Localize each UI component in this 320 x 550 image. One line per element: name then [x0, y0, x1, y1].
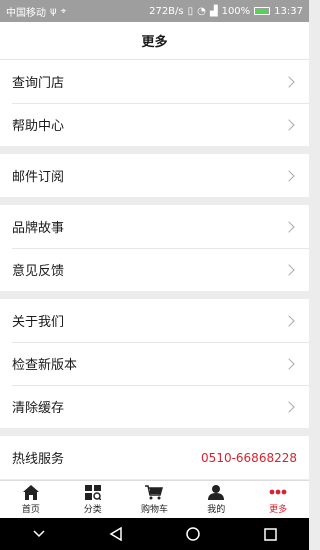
cart-icon	[145, 484, 164, 500]
user-icon	[207, 484, 225, 500]
home-circle-icon	[186, 527, 200, 541]
chevron-right-icon	[283, 263, 295, 276]
chevron-right-icon	[283, 220, 295, 233]
tab-cart-label: 购物车	[140, 505, 168, 515]
about-us-item[interactable]: 关于我们	[0, 299, 309, 342]
more-dots-icon	[269, 484, 287, 500]
system-nav-bar	[0, 518, 309, 550]
chevron-right-icon	[283, 75, 295, 88]
nav-back-button[interactable]	[96, 518, 136, 550]
tab-more[interactable]: 更多	[247, 481, 309, 518]
carrier-text: 中国移动	[6, 7, 46, 19]
tab-more-label: 更多	[269, 505, 288, 515]
tab-category-label: 分类	[83, 505, 102, 515]
group-subscribe: 邮件订阅	[0, 154, 309, 197]
battery-icon	[254, 7, 271, 15]
tab-category[interactable]: 分类	[62, 481, 124, 518]
feedback-label: 意见反馈	[12, 264, 65, 279]
help-center-item[interactable]: 帮助中心	[0, 103, 309, 146]
chevron-right-icon	[283, 357, 295, 370]
page-header: 更多	[0, 22, 309, 60]
group-hotline: 热线服务 0510-66868228	[0, 436, 309, 479]
mail-subscribe-item[interactable]: 邮件订阅	[0, 154, 309, 197]
chevron-right-icon	[283, 169, 295, 182]
feedback-item[interactable]: 意见反馈	[0, 248, 309, 291]
bottom-tab-bar: 首页 分类 购物车 我的 更多	[0, 480, 309, 518]
page-title: 更多	[141, 35, 168, 50]
signal-icon: ▟	[209, 5, 218, 17]
store-query-label: 查询门店	[12, 76, 65, 91]
wifi-icon: ◔	[197, 5, 206, 17]
tab-home-label: 首页	[21, 505, 40, 515]
group-store-help: 查询门店 帮助中心	[0, 60, 309, 146]
hotline-number[interactable]: 0510-66868228	[201, 451, 297, 465]
vibrate-icon: ▯	[187, 5, 194, 17]
group-brand-feedback: 品牌故事 意见反馈	[0, 205, 309, 291]
check-version-label: 检查新版本	[12, 358, 78, 373]
chevron-right-icon	[283, 400, 295, 413]
clock: 13:37	[274, 5, 303, 17]
about-us-label: 关于我们	[12, 315, 65, 330]
chevron-right-icon	[283, 314, 295, 327]
nav-recents-button[interactable]	[250, 518, 290, 550]
recents-square-icon	[264, 527, 277, 541]
brand-story-item[interactable]: 品牌故事	[0, 205, 309, 248]
store-query-item[interactable]: 查询门店	[0, 60, 309, 103]
tab-cart[interactable]: 购物车	[124, 481, 186, 518]
status-bar: 中国移动 ψ ⌖ 272B/s ▯ ◔ ▟ 100% 13:37	[0, 0, 309, 22]
nav-hide-button[interactable]	[19, 518, 59, 550]
usb-icon: ψ	[50, 5, 57, 17]
tab-mine-label: 我的	[207, 505, 226, 515]
category-icon	[84, 484, 102, 500]
chevron-down-icon	[33, 530, 45, 538]
tab-mine[interactable]: 我的	[185, 481, 247, 518]
check-version-item[interactable]: 检查新版本	[0, 342, 309, 385]
location-icon: ⌖	[60, 5, 67, 17]
back-triangle-icon	[109, 527, 122, 541]
tab-home[interactable]: 首页	[0, 481, 62, 518]
nav-home-button[interactable]	[173, 518, 213, 550]
chevron-right-icon	[283, 118, 295, 131]
network-speed: 272B/s	[149, 5, 184, 17]
clear-cache-item[interactable]: 清除缓存	[0, 385, 309, 428]
home-icon	[22, 484, 40, 500]
settings-list: 查询门店 帮助中心 邮件订阅 品牌故事 意见反馈 关于我们 检查新版本 清除缓存…	[0, 60, 309, 479]
group-app: 关于我们 检查新版本 清除缓存	[0, 299, 309, 428]
clear-cache-label: 清除缓存	[12, 401, 65, 416]
hotline-label: 热线服务	[12, 452, 65, 467]
help-center-label: 帮助中心	[12, 119, 65, 134]
brand-story-label: 品牌故事	[12, 221, 65, 236]
battery-percent: 100%	[221, 5, 251, 17]
hotline-item[interactable]: 热线服务 0510-66868228	[0, 436, 309, 479]
mail-subscribe-label: 邮件订阅	[12, 170, 65, 185]
